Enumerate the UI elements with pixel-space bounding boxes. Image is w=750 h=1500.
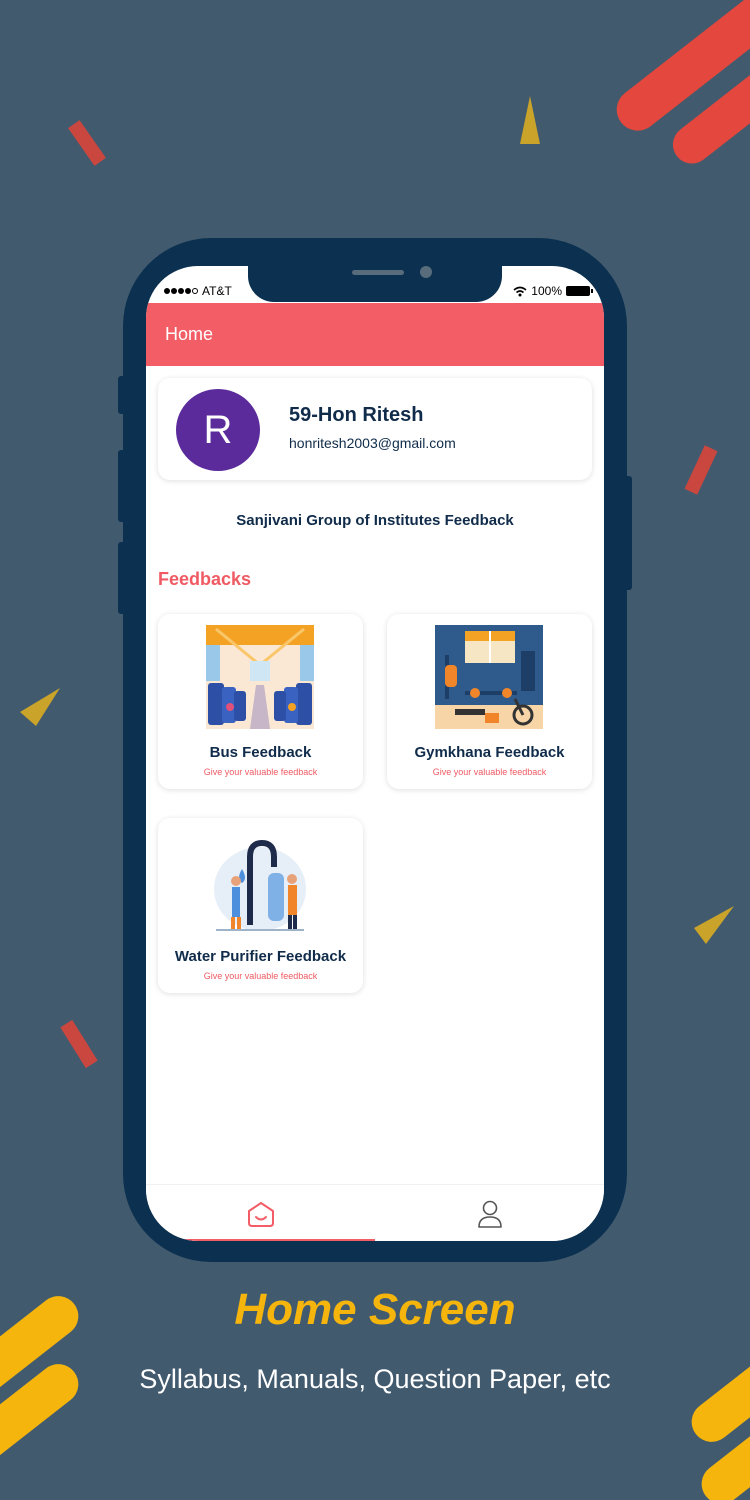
- phone-notch: [248, 266, 502, 302]
- red-bar-decoration: [684, 445, 718, 495]
- app-bar: Home: [146, 303, 604, 366]
- section-title: Feedbacks: [158, 569, 252, 589]
- speaker-grille: [352, 270, 404, 275]
- bus-feedback-card[interactable]: Bus Feedback Give your valuable feedback: [158, 614, 363, 789]
- wifi-icon: [513, 286, 527, 296]
- red-bar-decoration: [60, 1019, 98, 1069]
- carrier-label: AT&T: [202, 284, 232, 298]
- phone-screen: AT&T 100% Home R 59-Hon Ritesh honritesh…: [146, 266, 604, 1241]
- profile-card[interactable]: R 59-Hon Ritesh honritesh2003@gmail.com: [158, 378, 592, 480]
- status-bar-right: 100%: [513, 284, 593, 298]
- gym-illustration: [435, 625, 543, 729]
- nav-active-indicator: [146, 1239, 375, 1241]
- signal-icon: [164, 288, 198, 294]
- phone-side-button: [118, 450, 126, 522]
- nav-profile-tab[interactable]: [375, 1185, 604, 1241]
- battery-label: 100%: [531, 284, 562, 298]
- red-bar-decoration: [68, 120, 106, 166]
- user-icon: [477, 1200, 502, 1228]
- gymkhana-feedback-card[interactable]: Gymkhana Feedback Give your valuable fee…: [387, 614, 592, 789]
- bus-feedback-title: Bus Feedback: [209, 744, 312, 761]
- gold-triangle-decoration: [520, 96, 540, 144]
- bus-illustration: [206, 625, 314, 729]
- home-icon: [247, 1201, 274, 1227]
- profile-name: 59-Hon Ritesh: [289, 404, 424, 426]
- gold-triangle-decoration: [694, 906, 734, 944]
- promo-title: Home Screen: [234, 1285, 516, 1334]
- battery-icon: [566, 286, 593, 296]
- nav-home-tab[interactable]: [146, 1185, 375, 1241]
- front-camera: [420, 266, 432, 278]
- gold-triangle-decoration: [20, 688, 60, 726]
- bottom-navigation: [146, 1184, 604, 1241]
- avatar: R: [176, 389, 260, 471]
- phone-side-button: [624, 476, 632, 590]
- page-title: Home: [165, 324, 214, 344]
- bus-feedback-subtitle: Give your valuable feedback: [203, 767, 318, 777]
- water-purifier-illustration: [206, 829, 314, 933]
- water-purifier-feedback-card[interactable]: Water Purifier Feedback Give your valuab…: [158, 818, 363, 993]
- phone-side-button: [118, 376, 126, 414]
- gymkhana-feedback-subtitle: Give your valuable feedback: [432, 767, 547, 777]
- institute-heading: Sanjivani Group of Institutes Feedback: [236, 512, 514, 529]
- promo-subtitle: Syllabus, Manuals, Question Paper, etc: [139, 1364, 611, 1394]
- phone-side-button: [118, 542, 126, 614]
- gymkhana-feedback-title: Gymkhana Feedback: [414, 744, 565, 761]
- profile-email: honritesh2003@gmail.com: [289, 435, 456, 451]
- water-purifier-feedback-title: Water Purifier Feedback: [174, 948, 347, 965]
- status-bar-left: AT&T: [164, 284, 232, 298]
- water-purifier-feedback-subtitle: Give your valuable feedback: [203, 971, 318, 981]
